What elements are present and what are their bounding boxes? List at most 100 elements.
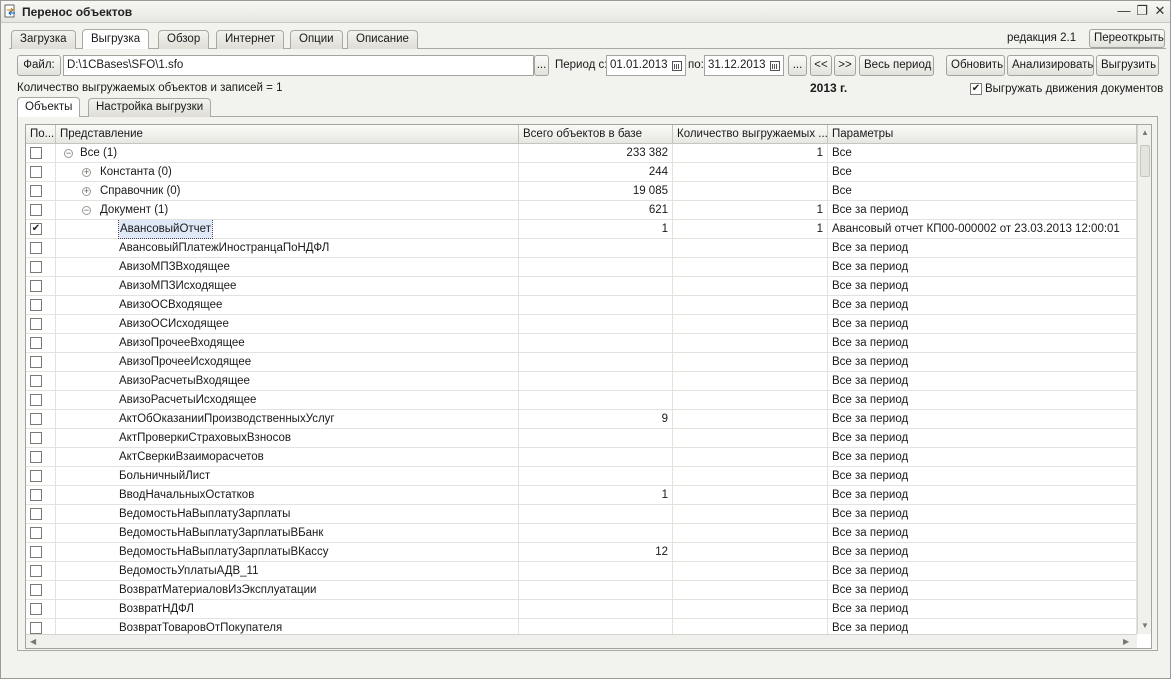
table-row[interactable]: АктПроверкиСтраховыхВзносов Все за период <box>26 429 1137 448</box>
table-row[interactable]: АктОбОказанииПроизводственныхУслуг 9 Все з… <box>26 410 1137 429</box>
row-checkbox[interactable] <box>30 546 42 558</box>
params-cell: Все <box>828 144 1137 163</box>
subtab-export-settings[interactable]: Настройка выгрузки <box>88 98 212 117</box>
scroll-left-icon[interactable]: ◀ <box>30 637 36 646</box>
collapse-icon[interactable]: − <box>82 206 91 215</box>
scroll-right-icon[interactable]: ▶ <box>1123 637 1129 646</box>
table-row[interactable]: АвизоОСВходящее Все за период <box>26 296 1137 315</box>
row-checkbox[interactable] <box>30 603 42 615</box>
next-period-button[interactable]: >> <box>834 55 856 76</box>
row-checkbox[interactable] <box>30 394 42 406</box>
calendar-icon[interactable] <box>770 61 780 71</box>
export-movements-checkbox[interactable]: ✔ <box>970 83 982 95</box>
table-row[interactable]: ВедомостьНаВыплатуЗарплаты Все за период <box>26 505 1137 524</box>
column-header-export-count[interactable]: Количество выгружаемых ... <box>673 125 828 144</box>
row-checkbox[interactable] <box>30 356 42 368</box>
column-header-name[interactable]: Представление <box>56 125 519 144</box>
row-checkbox[interactable] <box>30 622 42 634</box>
row-checkbox[interactable]: ✔ <box>30 223 42 235</box>
refresh-button[interactable]: Обновить <box>946 55 1005 76</box>
tab-opisanie[interactable]: Описание <box>347 30 418 49</box>
table-row[interactable]: АвизоРасчетыВходящее Все за период <box>26 372 1137 391</box>
table-row[interactable]: БольничныйЛист Все за период <box>26 467 1137 486</box>
table-row[interactable]: ВозвратМатериаловИзЭксплуатации Все за пе… <box>26 581 1137 600</box>
scrollbar-thumb[interactable] <box>1140 145 1150 177</box>
table-row[interactable]: + Справочник (0) 19 085 Все <box>26 182 1137 201</box>
row-checkbox[interactable] <box>30 565 42 577</box>
analyze-button[interactable]: Анализировать <box>1007 55 1094 76</box>
table-row[interactable]: − Документ (1) 621 1 Все за период <box>26 201 1137 220</box>
table-row[interactable]: ✔ АвансовыйОтчет 1 1 Авансовый отчет КП00-00… <box>26 220 1137 239</box>
file-path-input[interactable]: D:\1CBases\SFO\1.sfo <box>63 55 534 76</box>
table-row[interactable]: − Все (1) 233 382 1 Все <box>26 144 1137 163</box>
row-checkbox[interactable] <box>30 432 42 444</box>
row-checkbox[interactable] <box>30 584 42 596</box>
row-checkbox[interactable] <box>30 318 42 330</box>
column-header-total[interactable]: Всего объектов в базе <box>519 125 673 144</box>
table-row[interactable]: ВводНачальныхОстатков 1 Все за период <box>26 486 1137 505</box>
tab-obzor[interactable]: Обзор <box>158 30 210 49</box>
collapse-icon[interactable]: − <box>64 149 73 158</box>
export-count-cell <box>673 524 828 543</box>
restore-button[interactable]: ❐ <box>1133 3 1151 20</box>
file-browse-button[interactable]: ... <box>534 55 549 76</box>
export-button[interactable]: Выгрузить <box>1096 55 1159 76</box>
table-row[interactable]: АвизоПрочееВходящее Все за период <box>26 334 1137 353</box>
vertical-scrollbar[interactable]: ▲ ▼ <box>1137 125 1151 634</box>
row-checkbox[interactable] <box>30 337 42 349</box>
table-row[interactable]: АвизоПрочееИсходящее Все за период <box>26 353 1137 372</box>
close-button[interactable]: ✕ <box>1151 3 1169 20</box>
row-checkbox[interactable] <box>30 470 42 482</box>
whole-period-button[interactable]: Весь период <box>859 55 934 76</box>
row-checkbox[interactable] <box>30 299 42 311</box>
column-header-export-flag[interactable]: По... <box>26 125 56 144</box>
table-row[interactable]: ВедомостьНаВыплатуЗарплатыВКассу 12 Все за… <box>26 543 1137 562</box>
row-checkbox[interactable] <box>30 375 42 387</box>
table-row[interactable]: АвизоМПЗВходящее Все за период <box>26 258 1137 277</box>
period-select-button[interactable]: ... <box>788 55 807 76</box>
scroll-up-icon[interactable]: ▲ <box>1141 128 1149 137</box>
tab-internet[interactable]: Интернет <box>216 30 285 49</box>
minimize-button[interactable]: — <box>1115 3 1133 20</box>
row-checkbox[interactable] <box>30 508 42 520</box>
column-header-params[interactable]: Параметры <box>828 125 1137 144</box>
table-row[interactable]: ВозвратНДФЛ Все за период <box>26 600 1137 619</box>
expand-icon[interactable]: + <box>82 168 91 177</box>
row-checkbox[interactable] <box>30 451 42 463</box>
row-checkbox[interactable] <box>30 204 42 216</box>
horizontal-scrollbar[interactable]: ◀ ▶ <box>26 634 1137 648</box>
tab-vygruzka[interactable]: Выгрузка <box>82 29 150 49</box>
table-row[interactable]: ВедомостьНаВыплатуЗарплатыВБанк Все за пе… <box>26 524 1137 543</box>
prev-period-button[interactable]: << <box>810 55 832 76</box>
params-cell: Все за период <box>828 543 1137 562</box>
row-checkbox[interactable] <box>30 261 42 273</box>
row-checkbox[interactable] <box>30 147 42 159</box>
row-name: АвизоОСИсходящее <box>119 318 229 330</box>
reopen-button[interactable]: Переоткрыть <box>1089 29 1165 48</box>
table-row[interactable]: ВедомостьУплатыАДВ_11 Все за период <box>26 562 1137 581</box>
table-row[interactable]: АвизоОСИсходящее Все за период <box>26 315 1137 334</box>
table-row[interactable]: АвансовыйПлатежИностранцаПоНДФЛ Все за пе… <box>26 239 1137 258</box>
row-checkbox[interactable] <box>30 242 42 254</box>
file-button[interactable]: Файл: <box>17 55 61 76</box>
total-cell <box>519 467 673 486</box>
tab-optsii[interactable]: Опции <box>290 30 343 49</box>
calendar-icon[interactable] <box>672 61 682 71</box>
table-row[interactable]: ВозвратТоваровОтПокупателя Все за период <box>26 619 1137 634</box>
row-checkbox[interactable] <box>30 413 42 425</box>
row-checkbox[interactable] <box>30 166 42 178</box>
table-row[interactable]: АвизоМПЗИсходящее Все за период <box>26 277 1137 296</box>
tab-zagruzka[interactable]: Загрузка <box>11 30 76 49</box>
table-row[interactable]: АвизоРасчетыИсходящее Все за период <box>26 391 1137 410</box>
row-checkbox[interactable] <box>30 527 42 539</box>
row-name: ВедомостьУплатыАДВ_11 <box>119 565 259 577</box>
row-checkbox[interactable] <box>30 489 42 501</box>
export-count-cell <box>673 258 828 277</box>
subtab-objects[interactable]: Объекты <box>17 97 81 117</box>
expand-icon[interactable]: + <box>82 187 91 196</box>
table-row[interactable]: + Константа (0) 244 Все <box>26 163 1137 182</box>
scroll-down-icon[interactable]: ▼ <box>1141 621 1149 630</box>
table-row[interactable]: АктСверкиВзаиморасчетов Все за период <box>26 448 1137 467</box>
row-checkbox[interactable] <box>30 280 42 292</box>
row-checkbox[interactable] <box>30 185 42 197</box>
